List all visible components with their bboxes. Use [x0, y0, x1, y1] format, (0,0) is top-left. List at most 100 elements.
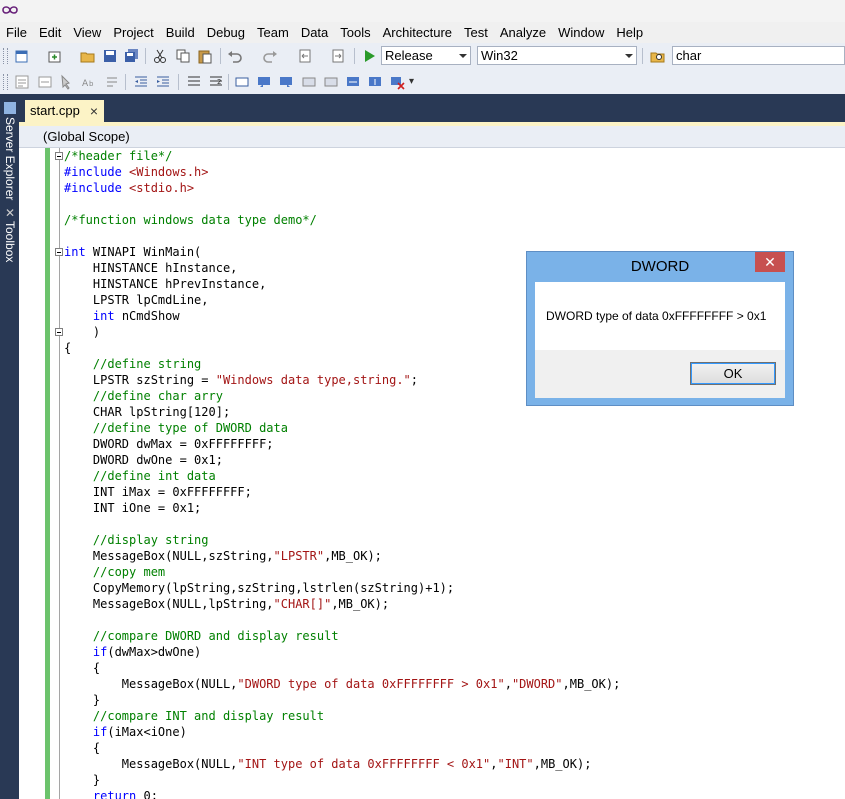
quick-info-icon[interactable]: [59, 74, 75, 90]
comment-out-lines-icon[interactable]: [186, 74, 202, 90]
code-line[interactable]: }: [64, 692, 620, 708]
start-debugging-icon[interactable]: [361, 48, 377, 64]
code-line[interactable]: {: [64, 660, 620, 676]
undo-icon[interactable]: [227, 48, 243, 64]
toolbar-grip[interactable]: [3, 74, 8, 90]
decrease-indent-icon[interactable]: [133, 74, 149, 90]
code-line[interactable]: DWORD dwMax = 0xFFFFFFFF;: [64, 436, 620, 452]
previous-bookmark-in-folder-icon[interactable]: [301, 74, 317, 90]
parameter-info-icon[interactable]: [37, 74, 53, 90]
menu-build[interactable]: Build: [160, 23, 201, 43]
toggle-bookmark-icon[interactable]: [234, 74, 250, 90]
toolbox-tab[interactable]: ✕Toolbox: [1, 206, 18, 262]
code-line[interactable]: MessageBox(NULL,"INT type of data 0xFFFF…: [64, 756, 620, 772]
menu-edit[interactable]: Edit: [33, 23, 67, 43]
menu-view[interactable]: View: [67, 23, 107, 43]
code-line[interactable]: //define int data: [64, 468, 620, 484]
toolbar-separator: [178, 74, 179, 90]
display-object-member-list-icon[interactable]: [14, 74, 30, 90]
solution-configuration-select[interactable]: Release: [381, 46, 471, 65]
source-code[interactable]: /*header file*/#include <Windows.h> #incl…: [64, 148, 620, 799]
code-line[interactable]: INT iOne = 0x1;: [64, 500, 620, 516]
code-line[interactable]: /*header file*/: [64, 148, 620, 164]
code-line[interactable]: MessageBox(NULL,"DWORD type of data 0xFF…: [64, 676, 621, 692]
server-explorer-tab[interactable]: Server Explorer: [1, 102, 18, 200]
code-token: if: [92, 725, 108, 739]
code-line[interactable]: CopyMemory(lpString,szString,lstrlen(szS…: [64, 580, 620, 596]
code-line[interactable]: DWORD dwOne = 0x1;: [64, 452, 620, 468]
scope-select[interactable]: (Global Scope): [43, 127, 130, 146]
menu-team[interactable]: Team: [251, 23, 295, 43]
menu-debug[interactable]: Debug: [201, 23, 251, 43]
code-editor[interactable]: /*header file*/#include <Windows.h> #incl…: [19, 148, 845, 799]
collapse-icon[interactable]: [55, 152, 63, 160]
code-line[interactable]: //compare INT and display result: [64, 708, 620, 724]
code-line[interactable]: //compare DWORD and display result: [64, 628, 620, 644]
code-line[interactable]: [64, 516, 620, 532]
previous-bookmark-in-document-icon[interactable]: [345, 74, 361, 90]
solution-platform-select[interactable]: Win32: [477, 46, 637, 65]
menu-window[interactable]: Window: [552, 23, 610, 43]
navigate-back-icon[interactable]: [297, 48, 313, 64]
code-line[interactable]: //define type of DWORD data: [64, 420, 620, 436]
code-line[interactable]: {: [64, 740, 620, 756]
collapse-icon[interactable]: [55, 328, 63, 336]
previous-bookmark-icon[interactable]: [256, 74, 272, 90]
tab-start-cpp[interactable]: start.cpp ×: [25, 100, 104, 122]
toolbar-overflow-icon[interactable]: ▾: [409, 76, 414, 87]
next-bookmark-in-folder-icon[interactable]: [323, 74, 339, 90]
uncomment-lines-icon[interactable]: 2: [208, 74, 224, 90]
find-input[interactable]: char: [672, 46, 845, 65]
code-line[interactable]: #include <Windows.h>: [64, 164, 620, 180]
open-file-icon[interactable]: [80, 48, 96, 64]
tab-label: start.cpp: [30, 103, 80, 118]
collapse-icon[interactable]: [55, 248, 63, 256]
code-line[interactable]: /*function windows data type demo*/: [64, 212, 620, 228]
find-in-files-icon[interactable]: [650, 48, 666, 64]
code-line[interactable]: [64, 228, 620, 244]
clear-bookmarks-icon[interactable]: [389, 74, 405, 90]
title-bar: [0, 0, 845, 22]
code-line[interactable]: [64, 196, 620, 212]
toggle-word-wrap-icon[interactable]: [104, 74, 120, 90]
paste-icon[interactable]: [197, 48, 213, 64]
navigate-forward-icon[interactable]: [330, 48, 346, 64]
code-line[interactable]: //copy mem: [64, 564, 620, 580]
cut-icon[interactable]: [152, 48, 168, 64]
close-tab-icon[interactable]: ×: [90, 100, 98, 122]
code-line[interactable]: return 0;: [64, 788, 620, 799]
complete-word-icon[interactable]: Ab: [81, 74, 97, 90]
next-bookmark-icon[interactable]: [278, 74, 294, 90]
code-line[interactable]: if(iMax<iOne): [64, 724, 620, 740]
code-line[interactable]: CHAR lpString[120];: [64, 404, 620, 420]
save-all-icon[interactable]: [124, 48, 140, 64]
add-item-icon[interactable]: [47, 48, 63, 64]
code-line[interactable]: #include <stdio.h>: [64, 180, 620, 196]
menu-file[interactable]: File: [0, 23, 33, 43]
redo-icon[interactable]: [262, 48, 278, 64]
ok-button[interactable]: OK: [690, 362, 776, 385]
menu-help[interactable]: Help: [610, 23, 649, 43]
menu-tools[interactable]: Tools: [334, 23, 376, 43]
menu-test[interactable]: Test: [458, 23, 494, 43]
code-line[interactable]: if(dwMax>dwOne): [64, 644, 620, 660]
save-icon[interactable]: [102, 48, 118, 64]
next-bookmark-in-document-icon[interactable]: [367, 74, 383, 90]
code-line[interactable]: //display string: [64, 532, 620, 548]
copy-icon[interactable]: [175, 48, 191, 64]
code-line[interactable]: MessageBox(NULL,szString,"LPSTR",MB_OK);: [64, 548, 620, 564]
menu-analyze[interactable]: Analyze: [494, 23, 552, 43]
increase-indent-icon[interactable]: [155, 74, 171, 90]
toolbar-grip[interactable]: [3, 48, 8, 64]
code-line[interactable]: INT iMax = 0xFFFFFFFF;: [64, 484, 620, 500]
menu-project[interactable]: Project: [107, 23, 159, 43]
menu-architecture[interactable]: Architecture: [377, 23, 458, 43]
code-line[interactable]: MessageBox(NULL,lpString,"CHAR[]",MB_OK)…: [64, 596, 620, 612]
code-line[interactable]: [64, 612, 620, 628]
new-project-icon[interactable]: [14, 48, 30, 64]
menu-data[interactable]: Data: [295, 23, 334, 43]
code-token: 0;: [136, 789, 158, 799]
code-line[interactable]: }: [64, 772, 620, 788]
close-icon[interactable]: ✕: [755, 252, 785, 272]
